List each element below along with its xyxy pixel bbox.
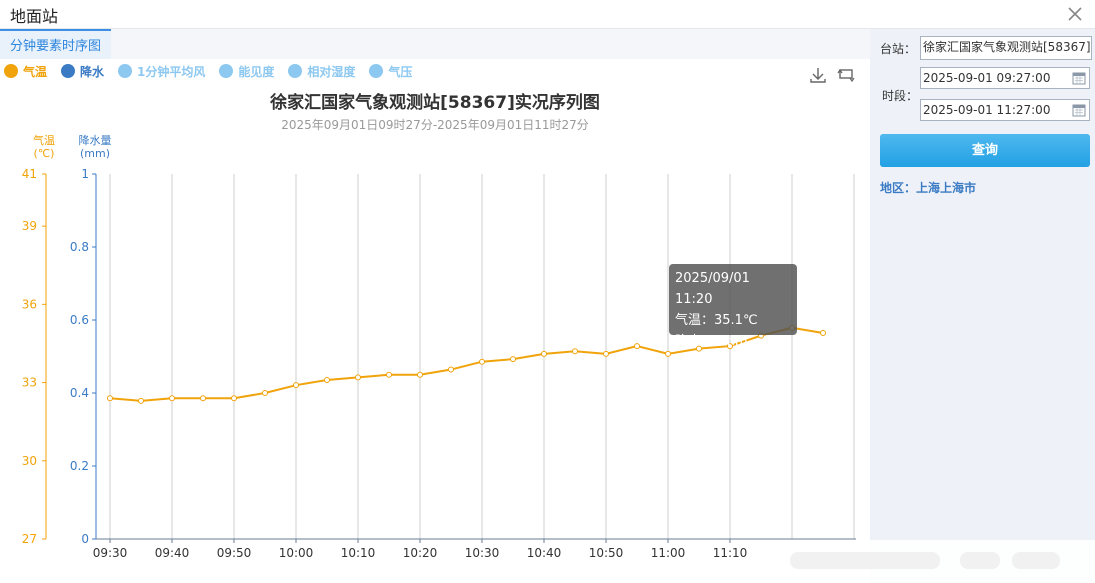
legend-dot — [61, 64, 76, 78]
start-time-input[interactable]: 2025-09-01 09:27:00 — [920, 67, 1090, 89]
x-tick-label: 10:50 — [589, 546, 624, 560]
period-label: 时段： — [882, 89, 919, 103]
temp-point — [231, 395, 237, 402]
switch-view-icon[interactable] — [836, 66, 856, 84]
overlay-bar — [1012, 552, 1060, 569]
x-tick-label: 09:50 — [217, 546, 252, 560]
legend-label: 1分钟平均风 — [137, 64, 206, 79]
temp-point — [448, 366, 454, 373]
legend-item-wind[interactable]: 1分钟平均风 — [118, 63, 205, 80]
region-text: 地区：上海上海市 — [880, 181, 977, 195]
tab-minute-series[interactable]: 分钟要素时序图 — [0, 29, 112, 59]
end-time-input[interactable]: 2025-09-01 11:27:00 — [920, 99, 1090, 121]
query-panel: 台站： 徐家汇国家气象观测站[58367] 时段： 2025-09-01 09:… — [870, 29, 1095, 583]
temp-point — [510, 356, 516, 363]
tooltip-time: 2025/09/01 11:20 — [675, 271, 750, 307]
temp-point — [634, 343, 640, 350]
tooltip-precip: 降水：0mm — [675, 334, 748, 349]
legend-label: 能见度 — [238, 64, 275, 79]
precip-tick-label: 0.2 — [70, 459, 89, 473]
temp-point — [262, 390, 268, 396]
x-tick-label: 09:40 — [155, 546, 190, 560]
temp-point — [603, 350, 609, 357]
temp-point — [324, 376, 330, 383]
legend-item-pressure[interactable]: 气压 — [369, 63, 412, 80]
temp-point — [355, 374, 361, 381]
x-tick-label: 09:30 — [93, 546, 128, 560]
x-tick-label: 10:30 — [465, 546, 500, 560]
temp-point — [541, 350, 547, 357]
calendar-icon[interactable] — [1072, 71, 1086, 85]
chart-tooltip: 2025/09/01 11:20 气温：35.1℃ 降水：0mm — [669, 264, 797, 349]
legend-dot — [118, 64, 133, 78]
legend-label: 降水 — [80, 64, 105, 79]
precip-tick-label: 0.8 — [70, 240, 89, 254]
legend-item-visibility[interactable]: 能见度 — [219, 63, 274, 80]
temp-tick-label: 30 — [22, 454, 37, 468]
x-tick-label: 10:40 — [527, 546, 562, 560]
temp-point — [138, 397, 144, 404]
temp-point — [820, 330, 826, 337]
x-tick-label: 11:10 — [713, 546, 748, 560]
tooltip-temp: 气温：35.1℃ — [675, 313, 758, 328]
window-title: 地面站 — [10, 7, 59, 26]
temp-point — [417, 371, 423, 378]
temp-point — [386, 371, 392, 378]
temp-point — [293, 382, 299, 389]
temp-tick-label: 33 — [22, 376, 37, 390]
temp-tick-label: 39 — [22, 219, 37, 233]
x-tick-label: 10:20 — [403, 546, 438, 560]
overlay-bar — [790, 552, 940, 569]
close-icon[interactable] — [1065, 4, 1085, 24]
precip-tick-label: 1 — [81, 167, 89, 181]
legend-item-precip[interactable]: 降水 — [61, 63, 104, 80]
start-time-value: 2025-09-01 09:27:00 — [923, 71, 1051, 85]
legend-dot — [4, 64, 18, 78]
ground-station-window: 地面站 分钟要素时序图 气温 降水 1分钟平均风 能见度 相对湿度 气压 徐家汇… — [0, 0, 1095, 583]
x-tick-label: 10:00 — [279, 546, 314, 560]
temp-tick-label: 27 — [22, 532, 37, 546]
legend-dot — [369, 64, 384, 78]
temp-tick-label: 36 — [22, 297, 37, 311]
precip-tick-label: 0.4 — [70, 386, 89, 400]
temp-tick-label: 41 — [22, 167, 37, 181]
temp-point — [665, 350, 671, 357]
precip-tick-label: 0.6 — [70, 313, 89, 327]
query-button[interactable]: 查询 — [880, 134, 1090, 167]
chart-toolbox — [808, 66, 864, 84]
download-icon[interactable] — [808, 66, 828, 84]
temp-point — [169, 395, 175, 402]
legend-item-humidity[interactable]: 相对湿度 — [288, 63, 355, 80]
chart-legend: 气温 降水 1分钟平均风 能见度 相对湿度 气压 — [4, 62, 426, 80]
calendar-icon[interactable] — [1072, 103, 1086, 117]
station-label: 台站： — [880, 42, 917, 56]
title-bar: 地面站 — [0, 0, 1095, 29]
legend-item-temp[interactable]: 气温 — [4, 63, 47, 80]
overlay-bar — [960, 552, 1000, 569]
legend-dot — [288, 64, 303, 78]
end-time-value: 2025-09-01 11:27:00 — [923, 103, 1051, 117]
legend-label: 气压 — [388, 64, 413, 79]
temp-point — [572, 348, 578, 355]
legend-label: 气温 — [23, 64, 48, 79]
x-tick-label: 10:10 — [341, 546, 376, 560]
temp-point — [200, 395, 206, 402]
x-tick-label: 11:00 — [651, 546, 686, 560]
legend-dot — [219, 64, 234, 78]
legend-label: 相对湿度 — [307, 64, 356, 79]
temp-point — [479, 358, 485, 365]
temp-point — [107, 395, 113, 402]
station-input[interactable]: 徐家汇国家气象观测站[58367] — [920, 36, 1092, 60]
precip-tick-label: 0 — [81, 532, 89, 546]
tab-bar: 分钟要素时序图 — [0, 29, 870, 59]
